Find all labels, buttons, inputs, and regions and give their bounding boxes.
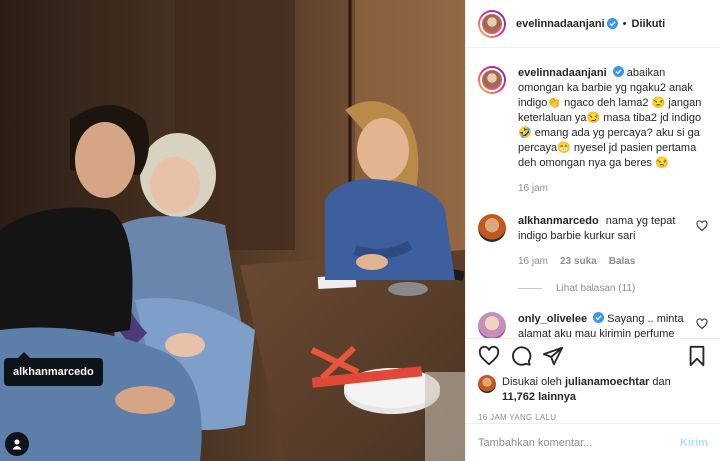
- verified-badge-icon: [606, 18, 618, 29]
- caption-author-avatar[interactable]: [478, 66, 506, 94]
- replies-divider: [518, 288, 542, 289]
- like-comment-heart-icon[interactable]: [696, 220, 708, 232]
- likes-connector: dan: [652, 376, 671, 388]
- author-avatar[interactable]: [478, 9, 506, 38]
- photo-user-tag[interactable]: alkhanmarcedo: [4, 352, 103, 386]
- comment-likes[interactable]: 23 suka: [560, 254, 597, 269]
- comment-time[interactable]: 16 jam: [518, 254, 548, 269]
- post-timestamp[interactable]: 16 JAM YANG LALU: [478, 413, 708, 422]
- post-photo[interactable]: alkhanmarcedo: [0, 0, 465, 461]
- verified-badge-icon: [612, 66, 624, 77]
- caption-text: abaikan omongan ka barbie yg ngaku2 anak…: [518, 67, 702, 169]
- reply-button[interactable]: Balas: [609, 254, 636, 269]
- view-replies-label: Lihat balasan (11): [556, 283, 636, 294]
- commenter-avatar[interactable]: [478, 214, 506, 242]
- like-heart-icon[interactable]: [478, 345, 500, 367]
- liker-avatar[interactable]: [478, 375, 496, 393]
- post-actions-section: Disukai oleh julianamoechtar dan 11,762 …: [466, 338, 720, 422]
- post-comment-button[interactable]: Kirim: [680, 437, 708, 449]
- likes-prefix: Disukai oleh: [502, 376, 562, 388]
- action-bar: [478, 339, 708, 373]
- photo-image: [0, 0, 465, 461]
- comment-bubble-icon[interactable]: [510, 345, 532, 367]
- view-replies-link[interactable]: Lihat balasan (11): [518, 283, 708, 294]
- caption-time[interactable]: 16 jam: [518, 181, 548, 196]
- caption-author-username[interactable]: evelinnadaanjani: [518, 67, 607, 79]
- user-icon: [12, 439, 22, 450]
- add-comment-bar: Kirim: [466, 423, 720, 461]
- comment-item: only_olivelee Sayang .. minta alamat aku…: [478, 312, 708, 338]
- comments-list[interactable]: evelinnadaanjani abaikan omongan ka barb…: [466, 48, 720, 338]
- commenter-avatar[interactable]: [478, 312, 506, 338]
- caption: evelinnadaanjani abaikan omongan ka barb…: [478, 66, 708, 196]
- save-bookmark-icon[interactable]: [686, 345, 708, 367]
- verified-badge-icon: [593, 312, 605, 323]
- following-button[interactable]: Diikuti: [632, 18, 666, 30]
- post-header: evelinnadaanjani • Diikuti: [466, 0, 720, 48]
- post-details-panel: evelinnadaanjani • Diikuti evelinnadaanj…: [465, 0, 720, 461]
- header-separator: •: [622, 17, 627, 30]
- likes-summary: Disukai oleh julianamoechtar dan 11,762 …: [478, 375, 708, 405]
- commenter-username[interactable]: alkhanmarcedo: [518, 215, 599, 227]
- like-comment-heart-icon[interactable]: [696, 318, 708, 330]
- author-username[interactable]: evelinnadaanjani: [516, 18, 605, 30]
- likes-others[interactable]: 11,762 lainnya: [502, 391, 576, 403]
- liker-username[interactable]: julianamoechtar: [565, 376, 649, 388]
- commenter-username[interactable]: only_olivelee: [518, 313, 587, 325]
- share-paper-plane-icon[interactable]: [542, 345, 564, 367]
- tagged-users-button[interactable]: [5, 432, 29, 456]
- comment-item: alkhanmarcedo nama yg tepat indigo barbi…: [478, 214, 708, 269]
- comment-input[interactable]: [478, 436, 680, 449]
